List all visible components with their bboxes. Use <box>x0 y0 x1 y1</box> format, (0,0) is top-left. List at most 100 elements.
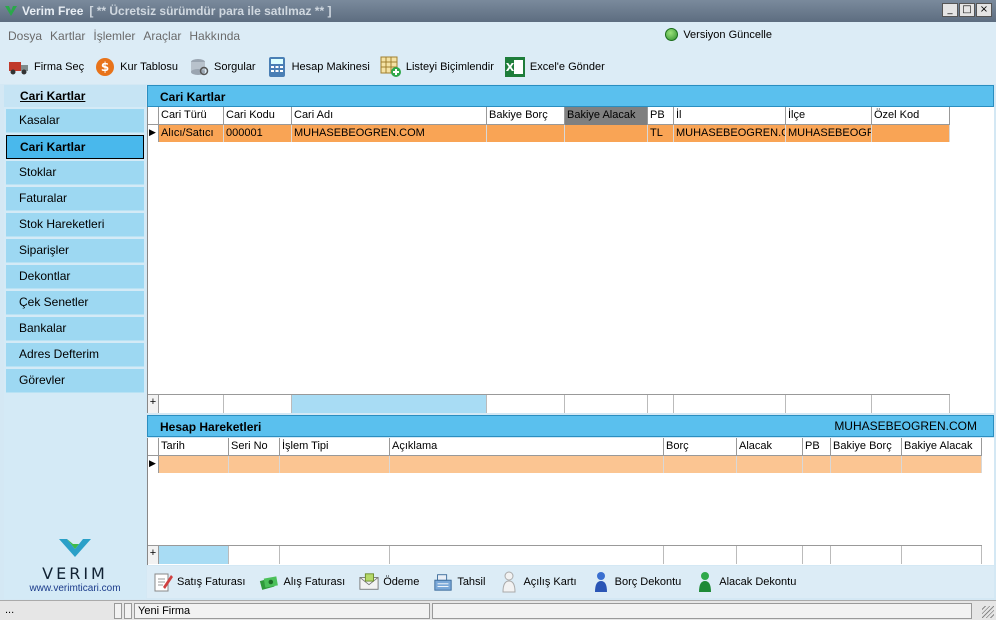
sidebar-item-siparisler[interactable]: Siparişler <box>6 239 144 263</box>
sorgular-button[interactable]: Sorgular <box>188 56 256 78</box>
table-row[interactable]: ▶ <box>148 456 982 473</box>
cell-empty[interactable] <box>280 456 390 473</box>
odeme-button[interactable]: Ödeme <box>359 571 419 593</box>
verim-url[interactable]: www.verimticari.com <box>4 583 146 594</box>
col-bakiye-alacak[interactable]: Bakiye Alacak <box>565 107 648 125</box>
sidebar: Cari Kartlar Kasalar Cari Kartlar Stokla… <box>4 85 146 599</box>
col-il[interactable]: İl <box>674 107 786 125</box>
cell-empty[interactable] <box>737 456 803 473</box>
satis-faturasi-button[interactable]: Satış Faturası <box>153 571 245 593</box>
col-borc[interactable]: Borç <box>664 438 737 456</box>
sidebar-item-faturalar[interactable]: Faturalar <box>6 187 144 211</box>
cell-empty[interactable] <box>831 456 902 473</box>
col-aciklama[interactable]: Açıklama <box>390 438 664 456</box>
register-icon <box>433 571 453 593</box>
cell-cari-kodu[interactable]: 000001 <box>224 125 292 142</box>
footer-cell-highlight <box>159 546 229 564</box>
version-update-link[interactable]: Versiyon Güncelle <box>665 28 772 41</box>
status-pane <box>432 602 972 619</box>
cari-grid-footer: + <box>148 394 950 413</box>
cari-panel-title: Cari Kartlar <box>160 90 226 104</box>
sidebar-item-kasalar[interactable]: Kasalar <box>6 109 144 133</box>
alacak-dekontu-button[interactable]: Alacak Dekontu <box>695 571 796 593</box>
col-cari-adi[interactable]: Cari Adı <box>292 107 487 125</box>
table-row[interactable]: ▶ Alıcı/Satıcı 000001 MUHASEBEOGREN.COM … <box>148 125 950 142</box>
maximize-button[interactable]: □ <box>959 3 975 17</box>
sidebar-item-stok-hareketleri[interactable]: Stok Hareketleri <box>6 213 144 237</box>
borc-dekontu-button[interactable]: Borç Dekontu <box>591 571 681 593</box>
hareket-panel-firm: MUHASEBEOGREN.COM <box>834 419 977 433</box>
col-pb[interactable]: PB <box>803 438 831 456</box>
col-tarih[interactable]: Tarih <box>159 438 229 456</box>
col-cari-kodu[interactable]: Cari Kodu <box>224 107 292 125</box>
sidebar-item-adres-defterim[interactable]: Adres Defterim <box>6 343 144 367</box>
cell-empty[interactable] <box>902 456 982 473</box>
firma-sec-button[interactable]: Firma Seç <box>8 56 84 78</box>
tahsil-button[interactable]: Tahsil <box>433 571 485 593</box>
add-row-button[interactable]: + <box>148 546 159 564</box>
footer-cell-highlight <box>292 395 487 413</box>
excel-gonder-label: Excel'e Gönder <box>529 61 605 73</box>
col-bakiye-alacak[interactable]: Bakiye Alacak <box>902 438 982 456</box>
status-pane <box>114 602 122 619</box>
col-cari-turu[interactable]: Cari Türü <box>159 107 224 125</box>
cell-empty[interactable] <box>229 456 280 473</box>
col-bakiye-borc[interactable]: Bakiye Borç <box>831 438 902 456</box>
listeyi-bicimlendir-button[interactable]: Listeyi Biçimlendir <box>380 56 494 78</box>
hareket-grid: Tarih Seri No İşlem Tipi Açıklama Borç A… <box>147 438 994 565</box>
toolbar: Firma Seç $ Kur Tablosu Sorgular Hesap M… <box>0 50 996 84</box>
alacak-dekontu-label: Alacak Dekontu <box>719 576 797 588</box>
menu-bar: Dosya Kartlar İşlemler Araçlar Hakkında <box>0 22 996 50</box>
sidebar-item-dekontlar[interactable]: Dekontlar <box>6 265 144 289</box>
cell-empty[interactable] <box>664 456 737 473</box>
resize-grip-icon[interactable] <box>982 606 994 618</box>
cell-bakiye-alacak[interactable] <box>565 125 648 142</box>
minimize-button[interactable]: _ <box>942 3 958 17</box>
hareket-panel-title: Hesap Hareketleri <box>160 420 262 434</box>
svg-text:$: $ <box>101 60 109 74</box>
sidebar-item-stoklar[interactable]: Stoklar <box>6 161 144 185</box>
footer-cell <box>229 546 280 564</box>
col-alacak[interactable]: Alacak <box>737 438 803 456</box>
hesap-makinesi-label: Hesap Makinesi <box>291 61 370 73</box>
cell-ozel-kod[interactable] <box>872 125 950 142</box>
menu-araclar[interactable]: Araçlar <box>143 29 181 43</box>
menu-kartlar[interactable]: Kartlar <box>50 29 85 43</box>
cell-pb[interactable]: TL <box>648 125 674 142</box>
col-bakiye-borc[interactable]: Bakiye Borç <box>487 107 565 125</box>
sidebar-item-cek-senetler[interactable]: Çek Senetler <box>6 291 144 315</box>
col-islem-tipi[interactable]: İşlem Tipi <box>280 438 390 456</box>
acilis-karti-button[interactable]: Açılış Kartı <box>499 571 577 593</box>
sorgular-label: Sorgular <box>214 61 256 73</box>
menu-islemler[interactable]: İşlemler <box>93 29 135 43</box>
hesap-makinesi-button[interactable]: Hesap Makinesi <box>266 56 370 78</box>
sidebar-item-cari-kartlar[interactable]: Cari Kartlar <box>6 135 144 159</box>
footer-cell <box>737 546 803 564</box>
sidebar-item-gorevler[interactable]: Görevler <box>6 369 144 393</box>
add-row-button[interactable]: + <box>148 395 159 413</box>
cell-cari-adi[interactable]: MUHASEBEOGREN.COM <box>292 125 487 142</box>
footer-cell <box>786 395 872 413</box>
alis-faturasi-button[interactable]: Alış Faturası <box>259 571 345 593</box>
excel-gonder-button[interactable]: X Excel'e Gönder <box>504 56 605 78</box>
menu-hakkinda[interactable]: Hakkında <box>189 29 240 43</box>
cari-panel-header: Cari Kartlar <box>147 85 994 107</box>
col-pb[interactable]: PB <box>648 107 674 125</box>
cell-empty[interactable] <box>803 456 831 473</box>
close-button[interactable]: × <box>976 3 992 17</box>
person-blue-icon <box>591 571 611 593</box>
col-seri-no[interactable]: Seri No <box>229 438 280 456</box>
menu-dosya[interactable]: Dosya <box>8 29 42 43</box>
sidebar-item-bankalar[interactable]: Bankalar <box>6 317 144 341</box>
col-ozel-kod[interactable]: Özel Kod <box>872 107 950 125</box>
cell-il[interactable]: MUHASEBEOGREN.COM <box>674 125 786 142</box>
col-ilce[interactable]: İlçe <box>786 107 872 125</box>
hareket-grid-footer: + <box>148 545 982 564</box>
cell-bakiye-borc[interactable] <box>487 125 565 142</box>
cell-cari-turu[interactable]: Alıcı/Satıcı <box>159 125 224 142</box>
kur-tablosu-button[interactable]: $ Kur Tablosu <box>94 56 178 78</box>
status-bar: ... Yeni Firma <box>0 600 996 620</box>
cell-ilce[interactable]: MUHASEBEOGREN.COM <box>786 125 872 142</box>
cell-empty[interactable] <box>390 456 664 473</box>
cell-empty[interactable] <box>159 456 229 473</box>
